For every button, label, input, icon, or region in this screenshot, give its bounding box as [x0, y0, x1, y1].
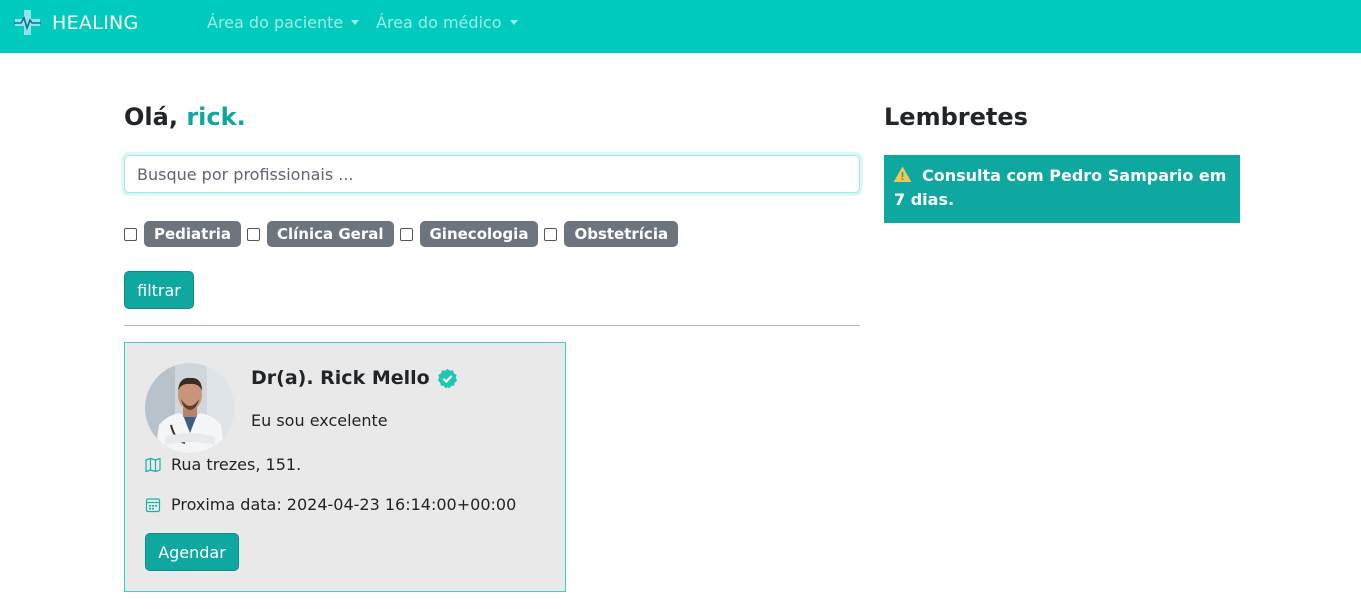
menu-doctor-area-label: Área do médico	[376, 13, 502, 32]
doctor-avatar	[145, 363, 235, 453]
warning-icon	[894, 167, 911, 182]
divider	[124, 325, 860, 326]
filter-badge-obstetricia: Obstetrícia	[564, 221, 679, 247]
doctor-bio: Eu sou excelente	[251, 411, 388, 430]
calendar-icon	[145, 497, 161, 512]
schedule-button[interactable]: Agendar	[145, 533, 239, 571]
filter-checkbox-ginecologia[interactable]	[399, 227, 413, 241]
filter-badge-pediatria: Pediatria	[144, 221, 241, 247]
user-name: rick.	[186, 103, 246, 131]
doctor-address-row: Rua trezes, 151.	[145, 455, 301, 474]
page-title: Olá, rick.	[124, 103, 246, 131]
menu-patient-area[interactable]: Área do paciente	[207, 13, 360, 32]
greeting-prefix: Olá,	[124, 103, 178, 131]
reminders-title: Lembretes	[884, 103, 1028, 131]
doctor-address: Rua trezes, 151.	[171, 455, 302, 474]
healing-logo-icon	[14, 10, 41, 35]
chevron-down-icon	[509, 20, 518, 25]
reminder-alert: Consulta com Pedro Sampario em 7 dias.	[884, 155, 1240, 223]
filter-checkbox-pediatria[interactable]	[124, 227, 137, 241]
search-input[interactable]	[124, 155, 860, 193]
doctor-next-date-row: Proxima data: 2024-04-23 16:14:00+00:00	[145, 495, 516, 514]
menu-doctor-area[interactable]: Área do médico	[376, 13, 518, 32]
doctor-name: Dr(a). Rick Mello	[251, 367, 430, 389]
filter-button[interactable]: filtrar	[124, 271, 194, 309]
reminder-text: Consulta com Pedro Sampario em 7 dias.	[894, 166, 1227, 209]
verified-badge-icon	[437, 368, 457, 388]
brand-link[interactable]: HEALING	[14, 9, 139, 36]
filter-badge-ginecologia: Ginecologia	[419, 221, 539, 247]
filter-checkbox-obstetricia[interactable]	[544, 227, 558, 241]
filter-badge-clinica-geral: Clínica Geral	[267, 221, 394, 247]
menu-patient-area-label: Área do paciente	[207, 13, 344, 32]
chevron-down-icon	[351, 20, 360, 25]
navbar: HEALING Área do paciente Área do médico	[0, 0, 1361, 53]
doctor-name-row: Dr(a). Rick Mello	[251, 367, 458, 389]
doctor-next-date: Proxima data: 2024-04-23 16:14:00+00:00	[171, 495, 517, 514]
specialty-filters: Pediatria Clínica Geral Ginecologia Obst…	[124, 221, 684, 247]
brand-name: HEALING	[52, 11, 139, 34]
filter-checkbox-clinica-geral[interactable]	[247, 227, 260, 241]
map-icon	[145, 457, 161, 472]
doctor-card: Dr(a). Rick Mello Eu sou excelente Rua t…	[124, 342, 566, 592]
